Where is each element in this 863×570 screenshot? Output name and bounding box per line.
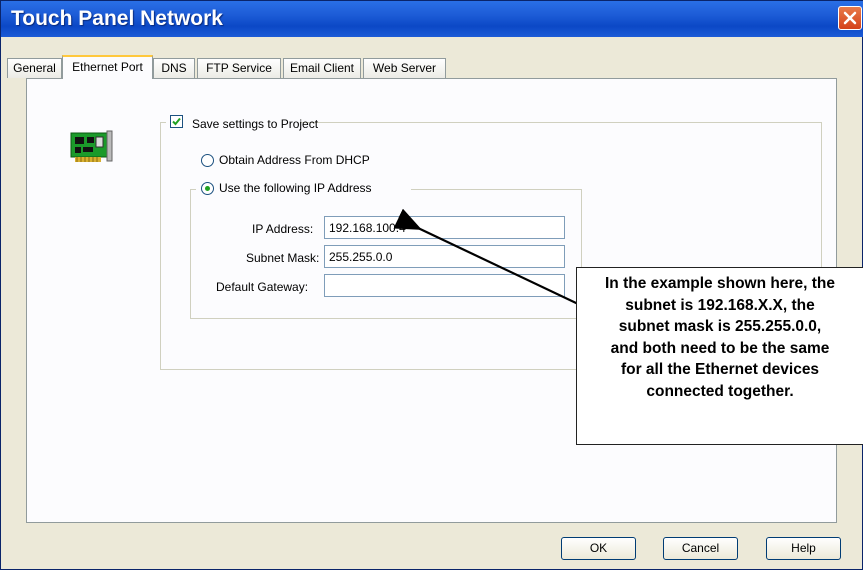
callout-line: for all the Ethernet devices: [620, 361, 820, 378]
window-title: Touch Panel Network: [11, 7, 223, 30]
default-gateway-label: Default Gateway:: [216, 280, 309, 294]
callout-line: subnet is 192.168.X.X, the: [625, 296, 815, 314]
title-bar[interactable]: Touch Panel Network: [1, 1, 863, 37]
subnet-mask-input[interactable]: [324, 245, 565, 268]
ip-address-label: IP Address:: [252, 222, 314, 236]
callout-line: connected together.: [646, 382, 794, 400]
callout-line: subnet mask is 255.255.0.0,: [618, 318, 822, 335]
radio-selected-dot: [205, 186, 210, 191]
subnet-mask-label: Subnet Mask:: [246, 251, 320, 265]
checkmark-icon: [172, 117, 181, 126]
static-ip-radio[interactable]: [201, 182, 214, 195]
close-icon: [843, 11, 857, 25]
network-card-icon: [70, 130, 113, 162]
callout-line: and both need to be the same: [610, 339, 830, 357]
static-ip-label: Use the following IP Address: [219, 181, 372, 195]
tab-ftp-service[interactable]: FTP Service: [197, 58, 281, 78]
cancel-button[interactable]: Cancel: [663, 537, 738, 560]
annotation-callout: In the example shown here, the subnet is…: [576, 267, 863, 445]
static-ip-header: Use the following IP Address: [196, 180, 411, 198]
default-gateway-input[interactable]: [324, 274, 565, 297]
callout-line: In the example shown here, the: [605, 275, 835, 292]
tab-email-client[interactable]: Email Client: [283, 58, 361, 78]
dhcp-label: Obtain Address From DHCP: [219, 153, 370, 167]
close-button[interactable]: [838, 6, 862, 30]
ip-address-input[interactable]: [324, 216, 565, 239]
help-button[interactable]: Help: [766, 537, 841, 560]
tab-web-server[interactable]: Web Server: [363, 58, 446, 78]
tab-general[interactable]: General: [7, 58, 62, 78]
dhcp-radio[interactable]: [201, 154, 214, 167]
tab-ethernet-port[interactable]: Ethernet Port: [62, 55, 153, 79]
save-settings-header: Save settings to Project: [166, 113, 318, 131]
ok-button[interactable]: OK: [561, 537, 636, 560]
save-settings-label: Save settings to Project: [192, 117, 319, 131]
save-settings-checkbox[interactable]: [170, 115, 183, 128]
tab-dns[interactable]: DNS: [153, 58, 195, 78]
